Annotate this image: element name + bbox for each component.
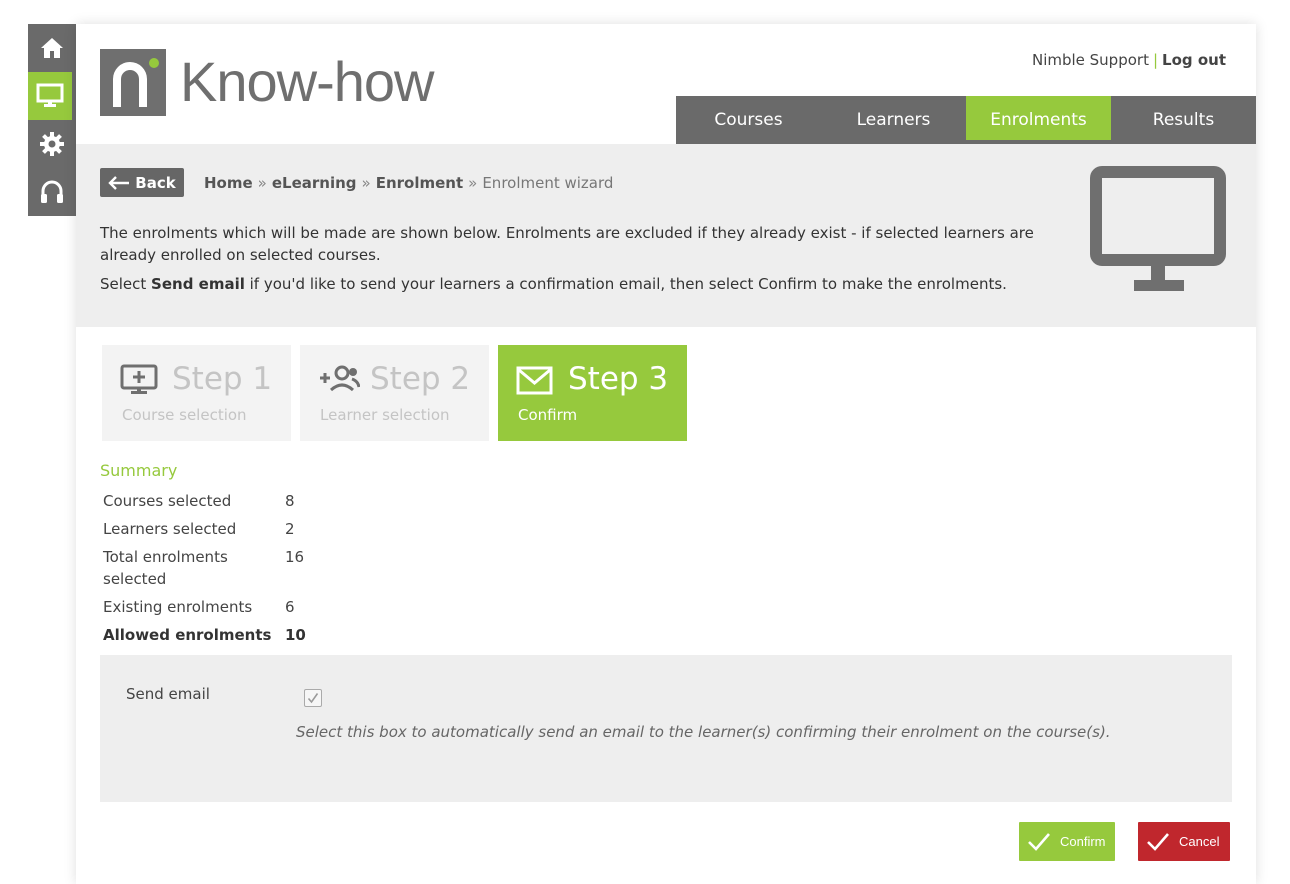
monitor-icon: [36, 83, 64, 107]
confirm-button[interactable]: Confirm: [1019, 822, 1115, 861]
step-1-subtitle: Course selection: [122, 406, 247, 424]
breadcrumb-enrolment[interactable]: Enrolment: [376, 174, 463, 192]
summary-label: Existing enrolments: [103, 598, 253, 616]
rail-support[interactable]: [28, 168, 76, 216]
add-people-icon: [320, 365, 360, 392]
back-button[interactable]: Back: [100, 168, 184, 197]
brand-logo[interactable]: Know-how: [100, 48, 434, 116]
intro-line-2-post: if you'd like to send your learners a co…: [244, 275, 1007, 293]
logout-link[interactable]: Log out: [1162, 51, 1226, 69]
checkmark-icon: [1028, 832, 1050, 851]
summary-label: Courses selected: [103, 492, 232, 510]
headset-icon: [41, 180, 63, 203]
rail-home[interactable]: [28, 24, 76, 72]
step-1[interactable]: Step 1 Course selection: [102, 345, 291, 441]
summary-table: Courses selected 8 Learners selected 2 T…: [100, 488, 308, 650]
breadcrumb-sep: »: [468, 174, 478, 192]
rail-settings[interactable]: [28, 120, 76, 168]
logo-mark-icon: [100, 48, 166, 116]
page-header-band: Back Home» eLearning» Enrolment» Enrolment …: [76, 144, 1256, 327]
summary-row: Total enrolments selected 16: [100, 544, 308, 594]
summary-row: Existing enrolments 6: [100, 594, 308, 622]
step-3-subtitle: Confirm: [518, 406, 578, 424]
summary-row: Courses selected 8: [100, 488, 308, 516]
user-separator: |: [1152, 51, 1159, 69]
step-2-subtitle: Learner selection: [320, 406, 450, 424]
monitor-icon: [1090, 166, 1226, 291]
wizard-steps: Step 1 Course selection Step 2 Learner s…: [102, 345, 687, 441]
rail-elearning[interactable]: [28, 72, 76, 120]
send-email-label: Send email: [126, 685, 210, 703]
summary-value: 8: [285, 492, 295, 510]
tab-learners[interactable]: Learners: [821, 96, 966, 144]
add-monitor-icon: [120, 364, 158, 394]
send-email-panel: Send email Select this box to automatica…: [100, 655, 1232, 802]
send-email-help: Select this box to automatically send an…: [296, 723, 1111, 741]
step-1-title: Step 1: [172, 361, 273, 397]
intro-line-2: Select Send email if you'd like to send …: [100, 273, 1060, 295]
breadcrumb-current: Enrolment wizard: [482, 174, 614, 192]
step-2-title: Step 2: [370, 361, 471, 397]
step-3-title: Step 3: [568, 361, 669, 397]
breadcrumb-home[interactable]: Home: [204, 174, 253, 192]
main-card: Know-how Nimble Support | Log out Courses …: [76, 24, 1256, 884]
cancel-label: Cancel: [1179, 834, 1220, 849]
home-icon: [41, 38, 63, 58]
tab-enrolments[interactable]: Enrolments: [966, 96, 1111, 144]
confirm-label: Confirm: [1060, 834, 1106, 849]
tab-courses[interactable]: Courses: [676, 96, 821, 144]
breadcrumb-elearning[interactable]: eLearning: [272, 174, 357, 192]
user-bar: Nimble Support | Log out: [1032, 51, 1226, 69]
tab-results[interactable]: Results: [1111, 96, 1256, 144]
side-rail: [28, 24, 76, 216]
summary-total-row: Allowed enrolments 10: [100, 622, 308, 650]
intro-line-2-pre: Select: [100, 275, 152, 293]
breadcrumb: Home» eLearning» Enrolment» Enrolment wizar…: [204, 174, 613, 192]
gear-icon: [40, 132, 64, 156]
breadcrumb-sep: »: [257, 174, 267, 192]
intro-line-2-bold: Send email: [151, 275, 245, 293]
cancel-button[interactable]: Cancel: [1138, 822, 1230, 861]
breadcrumb-sep: »: [361, 174, 371, 192]
summary-label: Total enrolments selected: [103, 548, 228, 588]
arrow-left-icon: [108, 175, 130, 190]
summary-value: 10: [285, 626, 306, 644]
user-name: Nimble Support: [1031, 51, 1149, 69]
send-email-checkbox[interactable]: [304, 689, 322, 707]
step-2[interactable]: Step 2 Learner selection: [300, 345, 489, 441]
intro-text: The enrolments which will be made are sh…: [100, 222, 1060, 302]
envelope-icon: [516, 366, 553, 395]
summary-label: Allowed enrolments: [103, 626, 272, 644]
summary-label: Learners selected: [103, 520, 237, 538]
step-3[interactable]: Step 3 Confirm: [498, 345, 687, 441]
summary-value: 6: [285, 598, 295, 616]
brand-name: Know-how: [180, 50, 434, 113]
checkmark-icon: [1147, 832, 1169, 851]
summary-row: Learners selected 2: [100, 516, 308, 544]
intro-line-1: The enrolments which will be made are sh…: [100, 224, 1034, 264]
summary-value: 2: [285, 520, 295, 538]
back-label: Back: [135, 173, 176, 192]
summary-value: 16: [285, 548, 305, 566]
checkmark-icon: [307, 693, 319, 704]
summary-title: Summary: [100, 461, 178, 480]
top-nav: Courses Learners Enrolments Results: [676, 96, 1256, 144]
